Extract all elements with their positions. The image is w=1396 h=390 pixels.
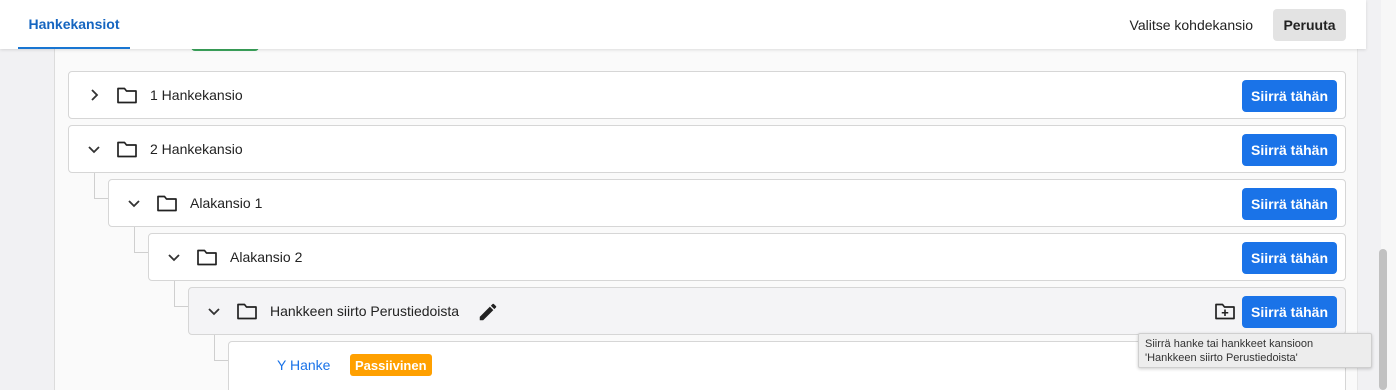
move-here-button[interactable]: Siirrä tähän xyxy=(1242,242,1337,274)
tree-row-alakansio-2[interactable]: Alakansio 2 Siirrä tähän xyxy=(148,233,1346,281)
new-folder-icon[interactable] xyxy=(1214,301,1236,321)
move-here-button[interactable]: Siirrä tähän xyxy=(1242,296,1337,328)
select-target-label: Valitse kohdekansio xyxy=(1129,17,1253,33)
tree-line xyxy=(214,360,229,361)
chevron-down-icon[interactable] xyxy=(86,141,102,157)
folder-icon xyxy=(197,249,217,266)
move-here-button[interactable]: Siirrä tähän xyxy=(1242,188,1337,220)
tree-row-2-hankekansio[interactable]: 2 Hankekansio Siirrä tähän xyxy=(68,125,1346,173)
tree-row-1-hankekansio[interactable]: 1 Hankekansio Siirrä tähän xyxy=(68,71,1346,119)
tree-line xyxy=(94,172,95,198)
chevron-down-icon[interactable] xyxy=(206,303,222,319)
project-link[interactable]: Y Hanke xyxy=(277,357,330,373)
edit-icon[interactable] xyxy=(477,301,499,323)
move-here-button[interactable]: Siirrä tähän xyxy=(1242,134,1337,166)
tree-line xyxy=(174,306,189,307)
folder-icon xyxy=(117,87,137,104)
chevron-down-icon[interactable] xyxy=(166,249,182,265)
tree-line xyxy=(134,226,135,252)
tree-line xyxy=(214,334,215,360)
top-bar: Hankekansiot Valitse kohdekansio Peruuta xyxy=(0,0,1366,49)
cancel-button[interactable]: Peruuta xyxy=(1273,9,1346,41)
tooltip: Siirrä hanke tai hankkeet kansioon 'Hank… xyxy=(1138,333,1372,368)
tree-line xyxy=(94,198,109,199)
folder-label: Alakansio 1 xyxy=(190,195,263,211)
status-badge: Passiivinen xyxy=(350,354,432,376)
tree-line xyxy=(174,280,175,306)
move-here-button[interactable]: Siirrä tähän xyxy=(1242,80,1337,112)
folder-icon xyxy=(237,303,257,320)
chevron-right-icon[interactable] xyxy=(86,87,102,103)
tree-row-hankkeen-siirto[interactable]: Hankkeen siirto Perustiedoista Siirrä tä… xyxy=(188,287,1346,335)
folder-label: 1 Hankekansio xyxy=(150,87,243,103)
chevron-down-icon[interactable] xyxy=(126,195,142,211)
folder-label: Hankkeen siirto Perustiedoista xyxy=(270,303,460,319)
folder-icon xyxy=(117,141,137,158)
tree-row-alakansio-1[interactable]: Alakansio 1 Siirrä tähän xyxy=(108,179,1346,227)
scrollbar-thumb[interactable] xyxy=(1379,249,1387,390)
tab-hankekansiot[interactable]: Hankekansiot xyxy=(18,0,130,49)
folder-icon xyxy=(157,195,177,212)
folder-label: 2 Hankekansio xyxy=(150,141,243,157)
tree-line xyxy=(134,252,149,253)
folder-label: Alakansio 2 xyxy=(230,249,303,265)
